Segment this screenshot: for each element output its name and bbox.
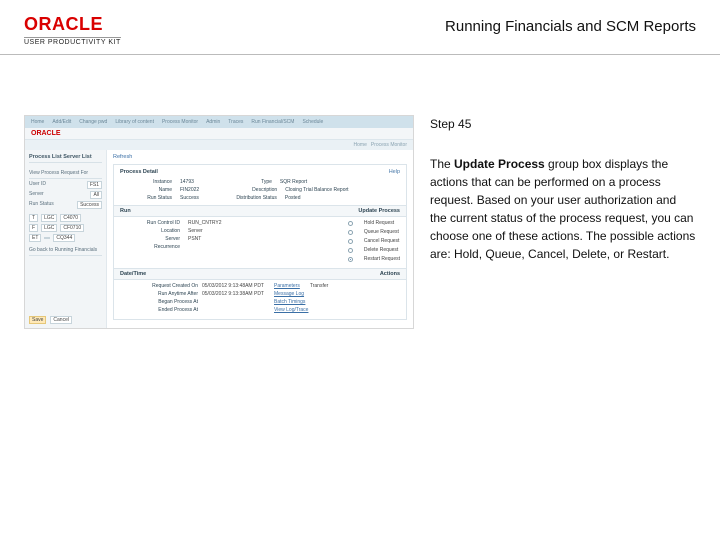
text-column: Step 45 The Update Process group box dis… — [430, 115, 696, 263]
help-link[interactable]: Help — [389, 169, 400, 175]
radio-icon — [348, 257, 353, 262]
run-field: ServerPSNT — [120, 236, 334, 242]
mock-oracle-logo: ORACLE — [31, 130, 61, 137]
process-detail-title: Process Detail — [120, 169, 158, 175]
mock-breadcrumb: Home Process Monitor — [25, 140, 413, 150]
section-run: Run — [120, 208, 131, 214]
update-option[interactable]: Restart Request — [348, 256, 400, 262]
mock-main: Refresh Process Detail Help Instance1479… — [107, 150, 413, 328]
list-item: ETCQ344 — [29, 234, 102, 242]
action-link[interactable]: Batch Timings — [274, 299, 328, 305]
breadcrumb-item: Home — [354, 142, 367, 148]
section-datetime: Date/Time — [120, 271, 146, 277]
mock-topnav: Home Add/Edit Change pwd Library of cont… — [25, 116, 413, 128]
sidebar-tip: Go back to Running Financials — [29, 244, 102, 256]
header: ORACLE USER PRODUCTIVITY KIT Running Fin… — [0, 0, 720, 54]
step-label: Step 45 — [430, 115, 696, 133]
process-row: Instance14793 TypeSQR Report — [120, 179, 400, 185]
update-process-bold: Update Process — [454, 157, 545, 171]
actions-col: Parameters Transfer Message Log Batch Ti… — [274, 283, 328, 313]
oracle-upk-logo: ORACLE USER PRODUCTIVITY KIT — [24, 14, 121, 46]
action-link[interactable]: Parameters — [274, 283, 300, 289]
nav-item: Run Financial/SCM — [251, 119, 294, 125]
process-detail-box: Process Detail Help Instance14793 TypeSQ… — [113, 164, 407, 320]
breadcrumb-item: Process Monitor — [371, 142, 407, 148]
run-field: Recurrence — [120, 244, 334, 250]
step-description: The Update Process group box displays th… — [430, 155, 696, 263]
mock-body: Process List Server List View Process Re… — [25, 150, 413, 328]
list-item: FLGCCF0710 — [29, 224, 102, 232]
screenshot-column: Home Add/Edit Change pwd Library of cont… — [24, 115, 414, 329]
list-item: TLGCC4070 — [29, 214, 102, 222]
process-row: NameFIN2022 DescriptionClosing Trial Bal… — [120, 187, 400, 193]
update-option[interactable]: Hold Request — [348, 220, 400, 226]
sidebar-view-label: View Process Request For — [29, 167, 102, 179]
update-option[interactable]: Queue Request — [348, 229, 400, 235]
sidebar-list: TLGCC4070 FLGCCF0710 ETCQ344 — [29, 214, 102, 242]
radio-icon — [348, 221, 353, 226]
document-title: Running Financials and SCM Reports — [445, 14, 696, 35]
action-link[interactable]: View Log/Trace — [274, 307, 328, 313]
radio-icon — [348, 230, 353, 235]
cancel-button[interactable]: Cancel — [50, 316, 72, 324]
nav-item: Process Monitor — [162, 119, 198, 125]
sidebar-buttons: Save Cancel — [29, 310, 102, 324]
save-button[interactable]: Save — [29, 316, 46, 324]
action-extra: Transfer — [310, 283, 328, 289]
run-field: Run Control IDRUN_CNTRY2 — [120, 220, 334, 226]
nav-item: Library of content — [115, 119, 154, 125]
header-divider — [0, 54, 720, 55]
oracle-logo-text: ORACLE — [24, 14, 121, 35]
nav-item: Add/Edit — [52, 119, 71, 125]
datetime-col: Request Created On05/03/2012 9:13:48AM P… — [120, 283, 264, 313]
section-actions: Actions — [380, 271, 400, 277]
update-option[interactable]: Delete Request — [348, 247, 400, 253]
content-columns: Home Add/Edit Change pwd Library of cont… — [0, 115, 720, 329]
sidebar-field: User IDFS1 — [29, 181, 102, 189]
radio-icon — [348, 239, 353, 244]
nav-item: Home — [31, 119, 44, 125]
refresh-link[interactable]: Refresh — [113, 154, 407, 160]
process-row: Run StatusSuccess Distribution StatusPos… — [120, 195, 400, 201]
run-field: LocationServer — [120, 228, 334, 234]
oracle-logo-subtext: USER PRODUCTIVITY KIT — [24, 37, 121, 46]
app-screenshot: Home Add/Edit Change pwd Library of cont… — [24, 115, 414, 329]
sidebar-tabs: Process List Server List — [29, 154, 102, 163]
action-link[interactable]: Message Log — [274, 291, 328, 297]
radio-icon — [348, 248, 353, 253]
mock-sidebar: Process List Server List View Process Re… — [25, 150, 107, 328]
sidebar-field: Run StatusSuccess — [29, 201, 102, 209]
update-process-group: Hold Request Queue Request Cancel Reques… — [348, 220, 400, 264]
section-update: Update Process — [358, 208, 400, 214]
nav-item: Schedule — [302, 119, 323, 125]
nav-item: Change pwd — [79, 119, 107, 125]
nav-item: Admin — [206, 119, 220, 125]
update-option[interactable]: Cancel Request — [348, 238, 400, 244]
nav-item: Traces — [228, 119, 243, 125]
mock-brand-bar: ORACLE — [25, 128, 413, 140]
sidebar-field: ServerAll — [29, 191, 102, 199]
